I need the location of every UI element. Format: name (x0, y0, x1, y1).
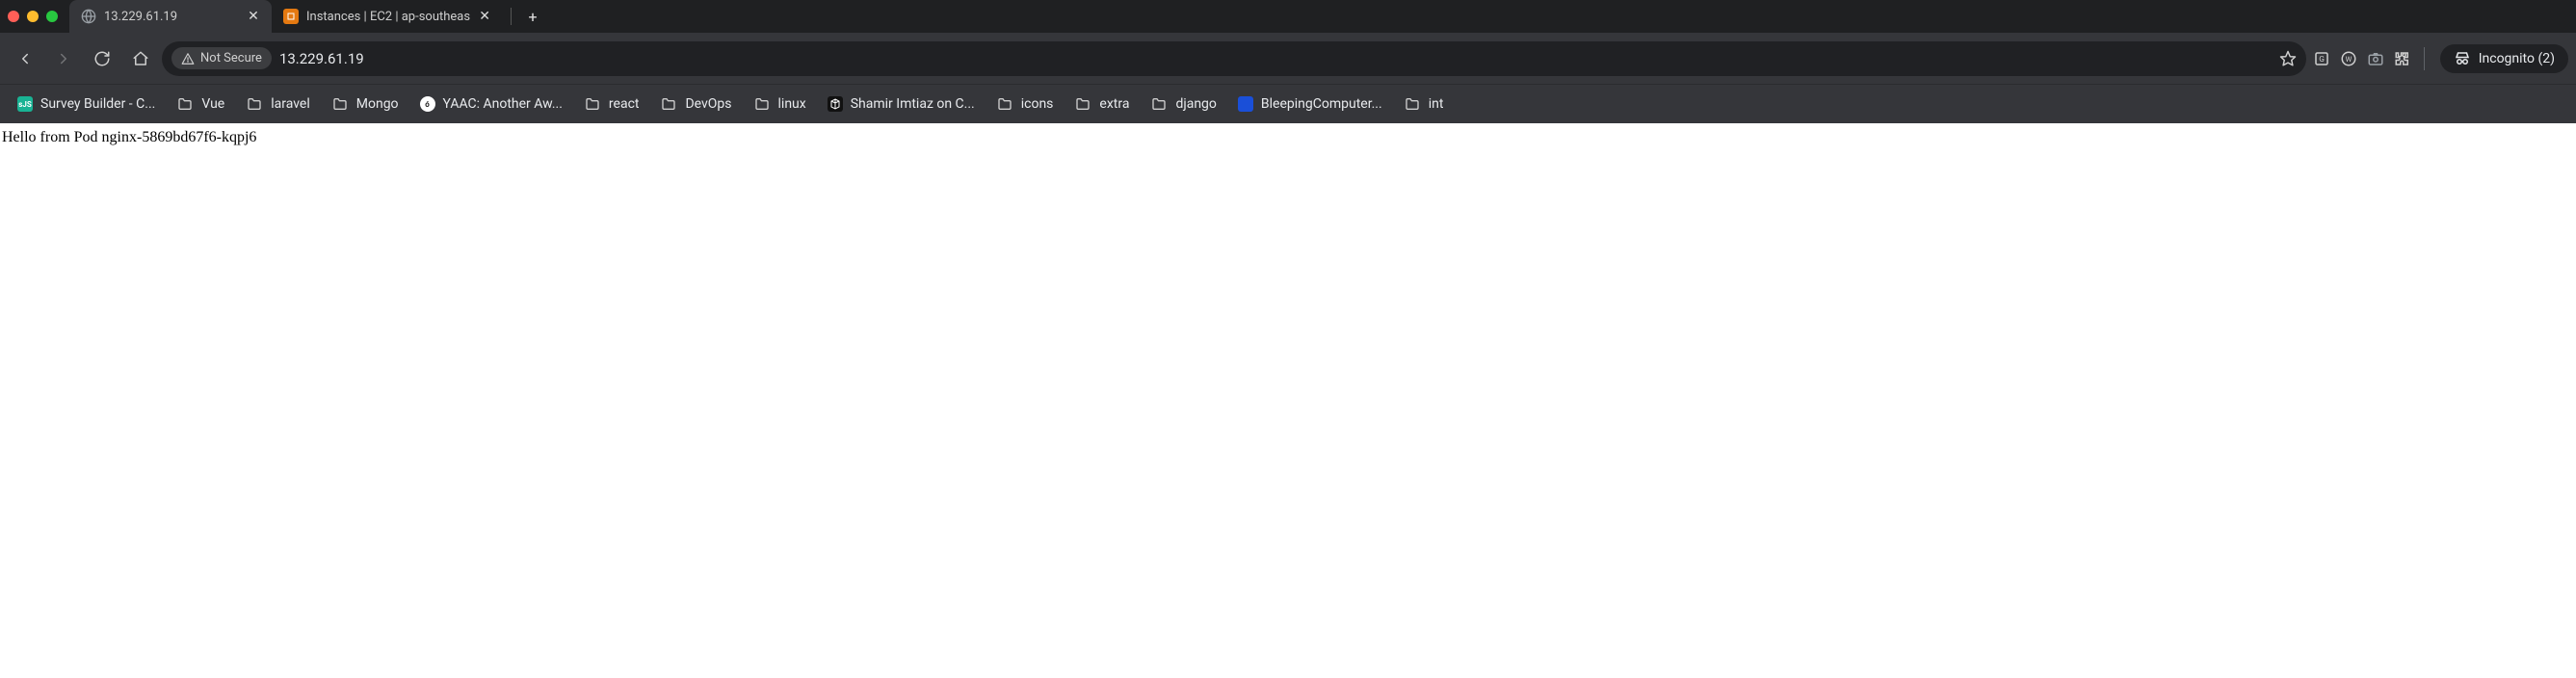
svg-text:W: W (2345, 55, 2352, 64)
bookmark-item[interactable]: react (574, 90, 649, 118)
bookmark-item[interactable]: laravel (236, 90, 320, 118)
tab-title: Instances | EC2 | ap-southeas (306, 10, 470, 24)
bookmark-item[interactable]: icons (986, 90, 1064, 118)
bookmark-label: laravel (271, 96, 310, 112)
bookmark-item[interactable]: django (1141, 90, 1225, 118)
folder-icon (753, 95, 771, 113)
incognito-icon (2454, 50, 2471, 67)
bookmark-label: YAAC: Another Aw... (443, 96, 563, 112)
page-body: Hello from Pod nginx-5869bd67f6-kqpj6 (0, 123, 2576, 152)
bookmark-item[interactable]: DevOps (650, 90, 741, 118)
camera-icon[interactable] (2364, 47, 2387, 70)
window-maximize-button[interactable] (46, 11, 58, 22)
favicon-icon (828, 96, 843, 112)
folder-icon (331, 95, 349, 113)
bookmark-label: icons (1021, 96, 1054, 112)
bookmark-label: django (1175, 96, 1216, 112)
back-button[interactable] (8, 41, 42, 76)
security-label: Not Secure (200, 51, 262, 65)
folder-icon (176, 95, 194, 113)
bookmark-label: Vue (201, 96, 224, 112)
svg-text:G: G (2319, 55, 2325, 65)
tab-close-icon[interactable]: ✕ (478, 10, 491, 23)
extension-icon[interactable]: G (2310, 47, 2333, 70)
bookmark-star-icon[interactable] (2279, 50, 2297, 67)
security-chip[interactable]: Not Secure (171, 47, 272, 69)
bookmark-item[interactable]: ó YAAC: Another Aw... (410, 91, 572, 117)
folder-icon (996, 95, 1013, 113)
toolbar-divider (2424, 47, 2425, 70)
warning-icon (181, 52, 195, 65)
bookmark-label: int (1429, 96, 1444, 112)
bookmark-item[interactable]: sJS Survey Builder - C... (8, 91, 165, 117)
reload-button[interactable] (85, 41, 119, 76)
bookmark-item[interactable]: Shamir Imtiaz on C... (818, 91, 985, 117)
home-button[interactable] (123, 41, 158, 76)
aws-icon (283, 9, 299, 24)
bookmark-label: react (609, 96, 640, 112)
bookmark-item[interactable]: Mongo (322, 90, 408, 118)
bookmark-label: Shamir Imtiaz on C... (851, 96, 975, 112)
folder-icon (584, 95, 601, 113)
browser-tab-active[interactable]: 13.229.61.19 ✕ (69, 0, 272, 33)
tab-title: 13.229.61.19 (104, 10, 239, 24)
favicon-icon: ó (420, 96, 435, 112)
bookmark-label: extra (1099, 96, 1129, 112)
url-text: 13.229.61.19 (279, 50, 2272, 67)
bookmarks-bar: sJSSurvey Builder - C...VuelaravelMongoó… (0, 84, 2576, 123)
tab-close-icon[interactable]: ✕ (247, 10, 260, 23)
extensions-puzzle-icon[interactable] (2391, 47, 2414, 70)
folder-icon (660, 95, 677, 113)
extension-icon[interactable]: W (2337, 47, 2360, 70)
browser-tab-ec2[interactable]: Instances | EC2 | ap-southeas ✕ (272, 0, 503, 33)
incognito-indicator[interactable]: Incognito (2) (2440, 44, 2568, 73)
address-bar[interactable]: Not Secure 13.229.61.19 (162, 41, 2306, 76)
tab-separator (511, 8, 512, 25)
window-close-button[interactable] (8, 11, 19, 22)
bookmark-label: Mongo (356, 96, 399, 112)
window-controls (8, 11, 58, 22)
bookmark-label: BleepingComputer... (1261, 96, 1382, 112)
bookmark-label: DevOps (685, 96, 731, 112)
body-text: Hello from Pod nginx-5869bd67f6-kqpj6 (2, 129, 256, 145)
favicon-icon: sJS (17, 96, 33, 112)
folder-icon (1150, 95, 1168, 113)
new-tab-button[interactable]: + (519, 8, 546, 26)
window-minimize-button[interactable] (27, 11, 39, 22)
bookmark-item[interactable]: BleepingComputer... (1228, 91, 1392, 117)
bookmark-item[interactable]: extra (1065, 90, 1139, 118)
bookmark-label: linux (778, 96, 806, 112)
bookmark-item[interactable]: linux (744, 90, 816, 118)
bookmark-label: Survey Builder - C... (40, 96, 155, 112)
globe-icon (81, 9, 96, 24)
forward-button[interactable] (46, 41, 81, 76)
bookmark-item[interactable]: int (1394, 90, 1454, 118)
favicon-icon (1238, 96, 1253, 112)
folder-icon (1404, 95, 1421, 113)
incognito-label: Incognito (2) (2479, 51, 2555, 66)
folder-icon (1074, 95, 1091, 113)
bookmark-item[interactable]: Vue (167, 90, 234, 118)
folder-icon (246, 95, 263, 113)
